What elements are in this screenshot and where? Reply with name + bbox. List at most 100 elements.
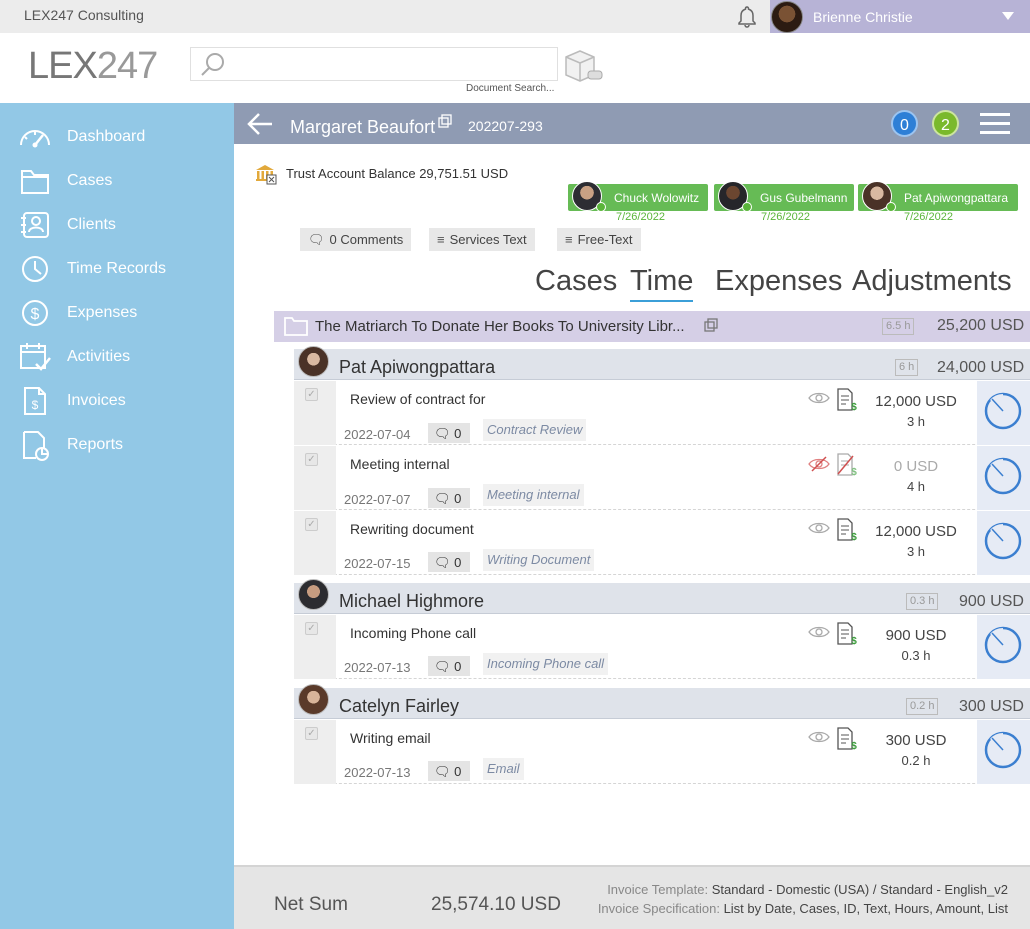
entry-checkbox[interactable]: ✓ xyxy=(305,453,318,466)
eye-icon[interactable] xyxy=(808,625,830,644)
svg-text:$: $ xyxy=(851,467,857,477)
entry-service-tag[interactable]: Meeting internal xyxy=(483,484,584,506)
entry-service-tag[interactable]: Contract Review xyxy=(483,419,587,441)
entry-date: 2022-07-15 xyxy=(344,556,411,571)
sidebar-item-time-records[interactable]: Time Records xyxy=(0,249,234,289)
bell-icon[interactable] xyxy=(735,5,759,34)
open-external-icon[interactable] xyxy=(438,114,452,133)
entry-service-tag[interactable]: Email xyxy=(483,758,524,780)
assignee-chip[interactable]: Chuck Wolowitz xyxy=(568,181,708,212)
sidebar-item-invoices[interactable]: $ Invoices xyxy=(0,381,234,421)
list-icon: ≡ xyxy=(565,232,573,247)
entry-hours: 3 h xyxy=(906,414,926,429)
person-amount: 24,000 USD xyxy=(937,359,1025,376)
check-icon xyxy=(742,202,752,212)
tab-time[interactable]: Time xyxy=(630,265,694,302)
package-icon[interactable] xyxy=(562,47,604,88)
entry-timer[interactable] xyxy=(977,511,1030,575)
assignee-name: Gus Gubelmann xyxy=(760,191,848,205)
notification-badge-blue[interactable]: 0 xyxy=(891,110,918,137)
entry-service-tag[interactable]: Writing Document xyxy=(483,549,595,571)
timer-icon xyxy=(984,731,1022,769)
invoice-specification-label: Invoice Specification: xyxy=(597,901,720,916)
billable-document-icon[interactable]: $ xyxy=(836,388,858,417)
timer-icon xyxy=(984,522,1022,560)
assignee-chip[interactable]: Pat Apiwongpattara xyxy=(858,181,1018,212)
sidebar-item-activities[interactable]: Activities xyxy=(0,337,234,377)
comments-label: 0 Comments xyxy=(329,232,404,247)
entry-comments-button[interactable]: 🗨︎ 0 xyxy=(428,488,470,508)
document-search-input[interactable] xyxy=(190,47,558,81)
contacts-icon xyxy=(21,212,49,238)
sidebar-item-label: Activities xyxy=(67,348,131,365)
eye-icon[interactable] xyxy=(808,521,830,540)
entry-timer[interactable] xyxy=(977,446,1030,510)
entry-comments-count: 0 xyxy=(454,555,462,570)
case-title[interactable]: The Matriarch To Donate Her Books To Uni… xyxy=(315,318,685,335)
billable-document-icon[interactable]: $ xyxy=(836,518,858,547)
logo: LEX247 xyxy=(28,45,158,88)
entry-amount: 0 USD xyxy=(893,458,939,475)
person-hours: 0.3 h xyxy=(906,593,939,610)
tab-expenses[interactable]: Expenses xyxy=(715,265,842,298)
entry-checkbox[interactable]: ✓ xyxy=(305,727,318,740)
invoice-specification-line[interactable]: Invoice Specification: List by Date, Cas… xyxy=(598,901,1008,916)
eye-icon[interactable] xyxy=(808,730,830,749)
comments-button[interactable]: 🗨︎ 0 Comments xyxy=(300,228,412,251)
chevron-down-icon[interactable] xyxy=(1002,12,1014,20)
back-arrow-icon[interactable] xyxy=(246,110,274,143)
entry-checkbox[interactable]: ✓ xyxy=(305,388,318,401)
entry-comments-button[interactable]: 🗨︎ 0 xyxy=(428,552,470,572)
free-text-button[interactable]: ≡ Free-Text xyxy=(557,228,641,251)
entry-comments-button[interactable]: 🗨︎ 0 xyxy=(428,761,470,781)
user-name[interactable]: Brienne Christie xyxy=(813,9,913,25)
svg-text:$: $ xyxy=(851,532,857,542)
tab-cases[interactable]: Cases xyxy=(535,265,617,298)
billable-document-icon[interactable]: $ xyxy=(836,622,858,651)
sidebar-item-expenses[interactable]: $ Expenses xyxy=(0,293,234,333)
entry-checkbox[interactable]: ✓ xyxy=(305,518,318,531)
entry-title[interactable]: Meeting internal xyxy=(350,456,450,472)
comment-icon: 🗨︎ xyxy=(434,491,455,506)
entry-title[interactable]: Review of contract for xyxy=(350,391,485,407)
entry-title[interactable]: Incoming Phone call xyxy=(350,625,476,641)
sidebar-item-reports[interactable]: Reports xyxy=(0,425,234,465)
entry-comments-button[interactable]: 🗨︎ 0 xyxy=(428,423,470,443)
assignee-date: 7/26/2022 xyxy=(904,211,953,223)
avatar xyxy=(298,684,329,715)
entry-title[interactable]: Writing email xyxy=(350,730,431,746)
invoice-template-value: Standard - Domestic (USA) / Standard - E… xyxy=(711,882,1008,897)
tab-adjustments[interactable]: Adjustments xyxy=(852,265,1012,298)
client-name[interactable]: Margaret Beaufort xyxy=(290,117,435,138)
sidebar-item-clients[interactable]: Clients xyxy=(0,205,234,245)
trust-account-balance: Trust Account Balance 29,751.51 USD xyxy=(286,166,509,181)
eye-hidden-icon[interactable] xyxy=(808,456,830,477)
open-external-icon[interactable] xyxy=(704,318,718,337)
services-text-button[interactable]: ≡ Services Text xyxy=(429,228,535,251)
sidebar-item-cases[interactable]: Cases xyxy=(0,161,234,201)
hamburger-menu-icon[interactable] xyxy=(980,113,1010,140)
entry-hours: 3 h xyxy=(906,544,926,559)
assignee-chip[interactable]: Gus Gubelmann xyxy=(714,181,854,212)
billable-document-icon[interactable]: $ xyxy=(836,727,858,756)
person-hours: 0.2 h xyxy=(906,698,939,715)
user-avatar[interactable] xyxy=(771,1,803,33)
invoice-template-line[interactable]: Invoice Template: Standard - Domestic (U… xyxy=(607,882,1008,897)
entry-timer[interactable] xyxy=(977,381,1030,445)
entry-date: 2022-07-13 xyxy=(344,765,411,780)
notification-badge-green[interactable]: 2 xyxy=(932,110,959,137)
search-caption: Document Search... xyxy=(466,83,555,94)
entry-comments-count: 0 xyxy=(454,659,462,674)
entry-date: 2022-07-07 xyxy=(344,492,411,507)
entry-title[interactable]: Rewriting document xyxy=(350,521,474,537)
entry-checkbox[interactable]: ✓ xyxy=(305,622,318,635)
entry-service-tag[interactable]: Incoming Phone call xyxy=(483,653,609,675)
sidebar-item-dashboard[interactable]: Dashboard xyxy=(0,117,234,157)
entry-timer[interactable] xyxy=(977,615,1030,679)
sidebar: Dashboard Cases Clients Time Records $ E… xyxy=(0,103,234,929)
non-billable-document-icon[interactable]: $ xyxy=(836,453,858,482)
entry-timer[interactable] xyxy=(977,720,1030,784)
eye-icon[interactable] xyxy=(808,391,830,410)
entry-comments-button[interactable]: 🗨︎ 0 xyxy=(428,656,470,676)
timer-icon xyxy=(984,392,1022,430)
